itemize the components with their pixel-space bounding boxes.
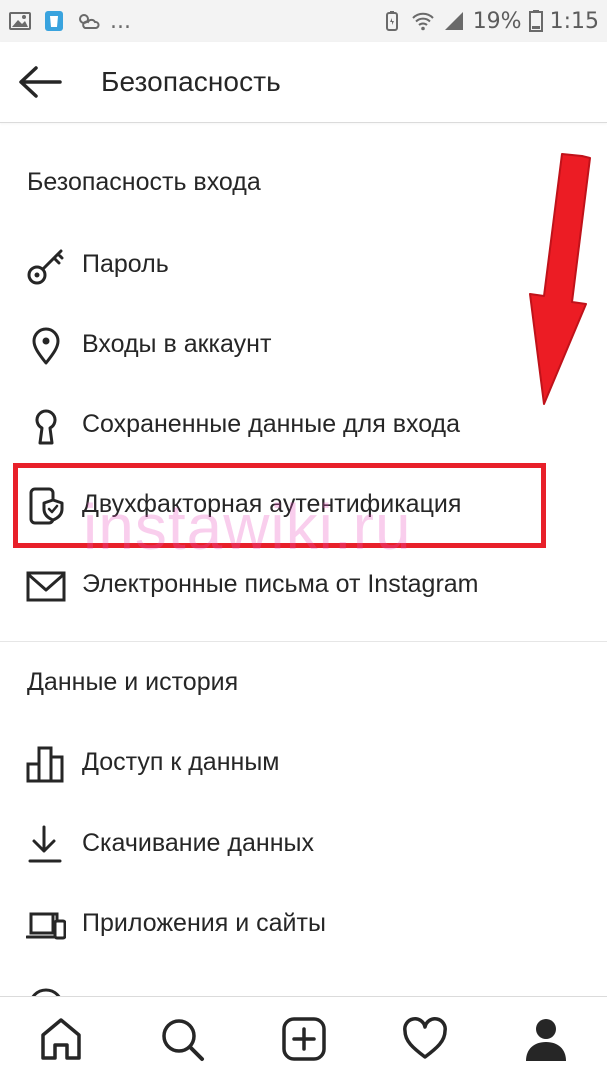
menu-item-label: Приложения и сайты <box>82 909 326 937</box>
heart-icon[interactable] <box>401 1015 449 1063</box>
more-notifications: ... <box>110 8 131 34</box>
menu-item-login-activity[interactable]: Входы в аккаунт <box>0 306 607 384</box>
top-app-bar: Безопасность <box>0 42 607 123</box>
app-notification-icon <box>45 11 63 31</box>
menu-item-label: Двухфакторная аутентификация <box>82 490 462 518</box>
menu-item-two-factor-auth[interactable]: Двухфакторная аутентификация <box>0 466 607 544</box>
menu-item-label: Сохраненные данные для входа <box>82 410 461 438</box>
section-divider <box>0 641 607 642</box>
back-arrow-icon[interactable] <box>16 64 64 100</box>
page-title: Безопасность <box>101 66 281 97</box>
bottom-navigation <box>0 996 607 1081</box>
wifi-icon <box>411 12 434 31</box>
weather-notification-icon <box>79 14 100 29</box>
bar-chart-icon <box>26 746 64 783</box>
menu-item-label: Доступ к данным <box>82 748 280 776</box>
gallery-notification-icon <box>9 12 31 30</box>
menu-item-saved-login-info[interactable]: Сохраненные данные для входа <box>0 386 607 464</box>
profile-icon[interactable] <box>522 1015 570 1063</box>
menu-item-label: Электронные письма от Instagram <box>82 570 479 598</box>
menu-item-instagram-emails[interactable]: Электронные письма от Instagram <box>0 546 607 624</box>
add-post-icon[interactable] <box>280 1015 328 1063</box>
devices-icon <box>26 912 66 940</box>
battery-saver-icon <box>385 11 398 31</box>
clock: 1:15 <box>549 8 599 34</box>
section-title-data-history: Данные и история <box>27 668 239 696</box>
menu-item-access-data[interactable]: Доступ к данным <box>0 724 607 802</box>
phone-shield-icon <box>29 487 64 525</box>
download-icon <box>28 825 62 863</box>
menu-item-apps-websites[interactable]: Приложения и сайты <box>0 885 607 963</box>
keyhole-icon <box>35 409 57 445</box>
key-icon <box>27 249 64 285</box>
status-bar: ... 19% 1:15 <box>0 0 607 42</box>
menu-item-download-data[interactable]: Скачивание данных <box>0 805 607 883</box>
battery-icon <box>528 10 543 32</box>
battery-percent: 19% <box>472 8 522 34</box>
menu-item-label: Скачивание данных <box>82 829 314 857</box>
home-icon[interactable] <box>37 1015 85 1063</box>
menu-item-label: Входы в аккаунт <box>82 330 272 358</box>
search-icon[interactable] <box>158 1015 206 1063</box>
menu-item-password[interactable]: Пароль <box>0 226 607 304</box>
section-title-login-security: Безопасность входа <box>27 168 261 196</box>
signal-icon <box>444 12 463 30</box>
location-pin-icon <box>32 327 60 365</box>
envelope-icon <box>26 571 66 602</box>
menu-item-label: Пароль <box>82 250 169 278</box>
